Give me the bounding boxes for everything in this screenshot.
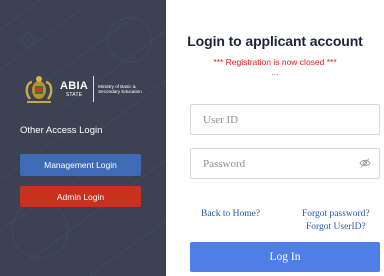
login-page: ABIA STATE Ministry of Basic & Secondary…: [0, 0, 384, 276]
back-to-home-link[interactable]: Back to Home?: [201, 209, 260, 219]
eye-icon[interactable]: [359, 157, 371, 169]
admin-login-button[interactable]: Admin Login: [20, 186, 141, 207]
registration-closed-notice: *** Registration is now closed ***: [213, 57, 337, 67]
sidebar-panel: ABIA STATE Ministry of Basic & Secondary…: [0, 0, 166, 276]
other-access-heading: Other Access Login: [20, 125, 103, 136]
management-login-button[interactable]: Management Login: [20, 154, 141, 176]
ministry-name: Ministry of Basic & Secondary Education: [98, 83, 142, 94]
log-in-button[interactable]: Log In: [190, 242, 380, 272]
user-id-input[interactable]: [190, 104, 380, 135]
notice-ellipsis: ...: [271, 68, 279, 77]
brand-state: STATE: [65, 91, 83, 98]
brand-name: ABIA: [60, 79, 89, 92]
forgot-password-link[interactable]: Forgot password?: [302, 209, 370, 219]
background-pattern: [0, 0, 166, 276]
login-panel: Login to applicant account *** Registrat…: [166, 0, 384, 276]
abia-logo: ABIA STATE Ministry of Basic & Secondary…: [22, 72, 146, 106]
page-title: Login to applicant account: [187, 33, 363, 49]
abia-wordmark: ABIA STATE: [60, 79, 89, 98]
abia-crest-icon: [25, 76, 53, 103]
logo-divider: [93, 76, 95, 102]
forgot-userid-link[interactable]: Forgot UserID?: [306, 222, 366, 232]
password-input[interactable]: [190, 148, 380, 179]
